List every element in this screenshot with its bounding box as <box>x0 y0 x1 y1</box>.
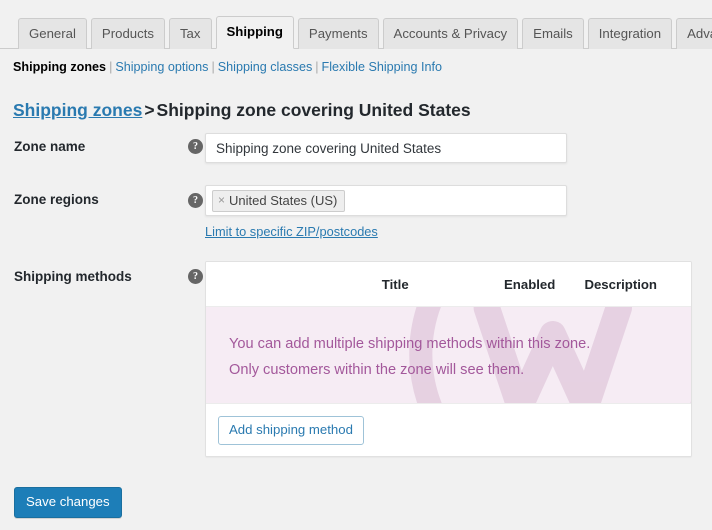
tab-label: Advanced <box>687 26 712 41</box>
empty-state-message: You can add multiple shipping methods wi… <box>229 331 590 383</box>
shipping-methods-footer: Add shipping method <box>206 404 691 456</box>
tab-label: Shipping <box>226 24 283 39</box>
tab-emails[interactable]: Emails <box>522 18 584 49</box>
tab-label: Accounts & Privacy <box>393 26 508 41</box>
tab-label: Products <box>101 26 154 41</box>
region-chip-united-states[interactable]: × United States (US) <box>212 189 346 212</box>
tab-label: Tax <box>179 26 201 41</box>
tab-shipping[interactable]: Shipping <box>215 16 294 49</box>
tab-tax[interactable]: Tax <box>168 18 212 49</box>
tab-label: Emails <box>533 26 573 41</box>
breadcrumb-link-shipping-zones[interactable]: Shipping zones <box>13 100 142 120</box>
column-header-enabled: Enabled <box>504 276 556 292</box>
save-changes-button[interactable]: Save changes <box>14 487 122 518</box>
add-shipping-method-button[interactable]: Add shipping method <box>218 415 364 445</box>
tab-label: Payments <box>308 26 368 41</box>
shipping-methods-empty-state: You can add multiple shipping methods wi… <box>206 307 691 404</box>
limit-to-zip-postcodes-link[interactable]: Limit to specific ZIP/postcodes <box>205 224 378 239</box>
help-icon[interactable]: ? <box>188 139 203 154</box>
zone-regions-select[interactable]: × United States (US) <box>205 185 567 216</box>
subnav-separator: | <box>109 60 113 74</box>
column-header-title: Title <box>381 276 409 292</box>
subnav-item-shipping-zones[interactable]: Shipping zones <box>13 60 106 74</box>
zone-name-label: Zone name <box>14 139 86 154</box>
tab-advanced[interactable]: Advanced <box>676 18 712 49</box>
tab-accounts-privacy[interactable]: Accounts & Privacy <box>382 18 519 49</box>
tab-products[interactable]: Products <box>90 18 165 49</box>
subnav-item-shipping-classes[interactable]: Shipping classes <box>218 60 313 74</box>
subnav-separator: | <box>211 60 215 74</box>
settings-tab-bar: General Products Tax Shipping Payments A… <box>0 16 712 49</box>
tab-payments[interactable]: Payments <box>297 18 379 49</box>
tab-label: General <box>29 26 76 41</box>
shipping-methods-label: Shipping methods <box>14 269 132 284</box>
tab-label: Integration <box>598 26 662 41</box>
empty-state-line-1: You can add multiple shipping methods wi… <box>229 336 591 352</box>
page-title: Shipping zone covering United States <box>156 99 471 120</box>
tab-integration[interactable]: Integration <box>587 18 673 49</box>
region-chip-label: United States (US) <box>229 192 338 208</box>
shipping-subnav: Shipping zones | Shipping options | Shipping… <box>13 59 442 75</box>
tab-general[interactable]: General <box>18 18 87 49</box>
subnav-item-flexible-shipping-info[interactable]: Flexible Shipping Info <box>322 60 442 74</box>
zone-name-input[interactable] <box>205 133 567 163</box>
column-header-description: Description <box>584 276 657 292</box>
breadcrumb: Shipping zones > Shipping zone covering Un… <box>13 98 471 122</box>
help-icon[interactable]: ? <box>188 269 203 284</box>
table-header-row: Title Enabled Description <box>206 262 691 307</box>
subnav-item-shipping-options[interactable]: Shipping options <box>115 60 208 74</box>
help-icon[interactable]: ? <box>188 193 203 208</box>
shipping-methods-table: Title Enabled Description You can add mu… <box>205 261 692 457</box>
empty-state-line-2: Only customers within the zone will see … <box>229 362 525 378</box>
breadcrumb-separator: > <box>144 99 155 120</box>
close-icon[interactable]: × <box>218 194 225 206</box>
subnav-separator: | <box>315 60 319 74</box>
zone-regions-label: Zone regions <box>14 192 99 207</box>
